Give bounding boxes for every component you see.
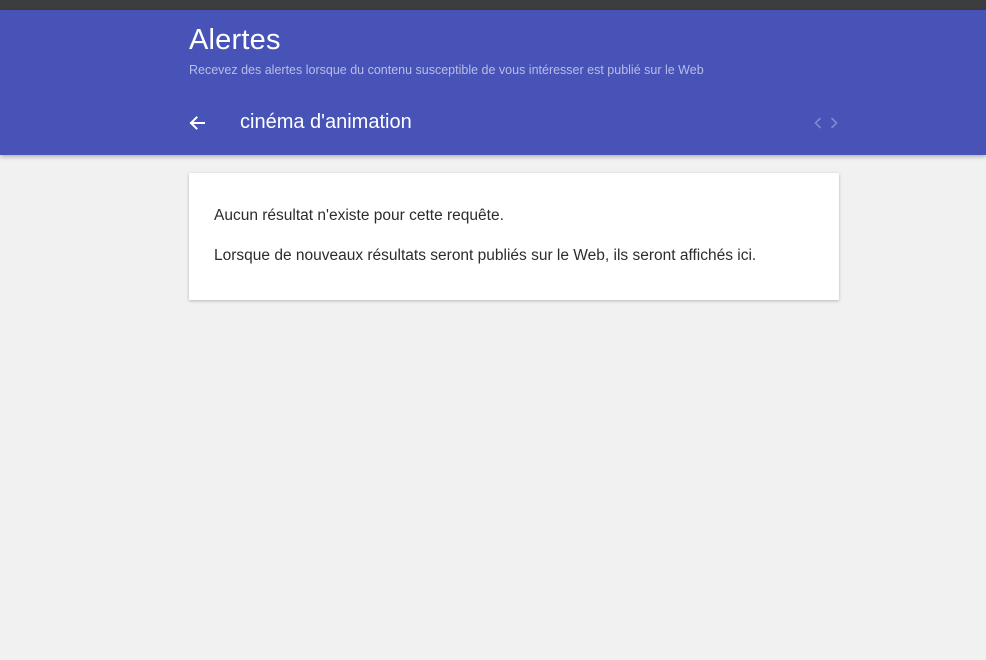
alerts-header: Alertes Recevez des alertes lorsque du c… <box>0 10 986 155</box>
results-card: Aucun résultat n'existe pour cette requê… <box>189 173 839 300</box>
page-subtitle: Recevez des alertes lorsque du contenu s… <box>189 63 704 77</box>
browser-top-bar <box>0 0 986 10</box>
back-button[interactable] <box>184 110 210 136</box>
previous-button[interactable] <box>811 114 825 132</box>
empty-results-message: Aucun résultat n'existe pour cette requê… <box>214 207 504 224</box>
results-info-message: Lorsque de nouveaux résultats seront pub… <box>214 247 757 264</box>
arrow-back-icon <box>189 116 205 130</box>
next-button[interactable] <box>827 114 841 132</box>
alert-query-title: cinéma d'animation <box>240 111 412 133</box>
result-pager <box>811 114 841 132</box>
page-title: Alertes <box>189 24 281 56</box>
chevron-right-icon <box>830 117 838 129</box>
chevron-left-icon <box>814 117 822 129</box>
